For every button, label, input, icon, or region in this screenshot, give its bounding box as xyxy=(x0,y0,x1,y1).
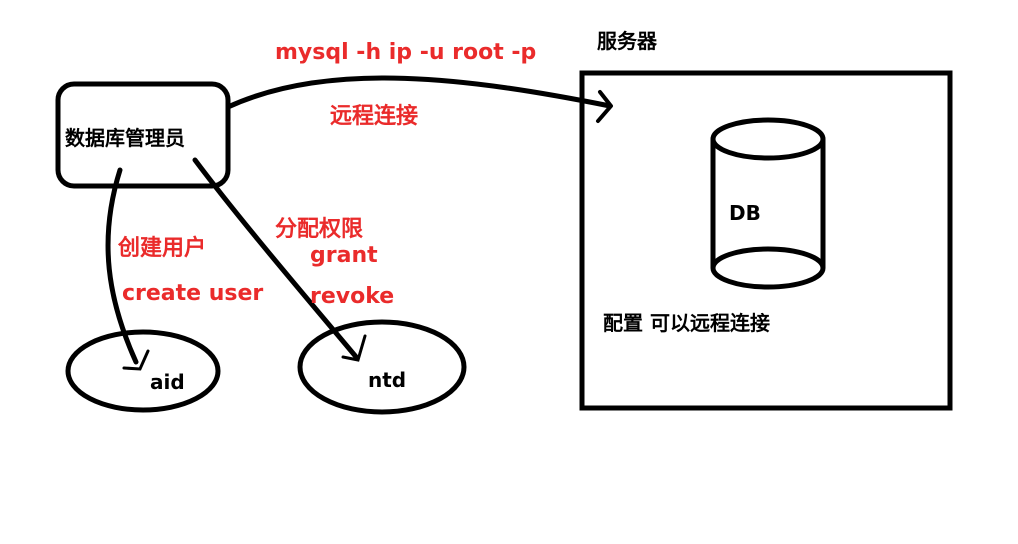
remote-connect-command: mysql -h ip -u root -p xyxy=(275,40,537,65)
grant-privileges-label: 分配权限 xyxy=(275,217,364,242)
server-config-note: 配置 可以远程连接 xyxy=(603,311,770,335)
server-title: 服务器 xyxy=(597,29,657,53)
grant-command: grant xyxy=(310,243,378,268)
remote-connect-label: 远程连接 xyxy=(330,104,419,129)
user-aid-label: aid xyxy=(150,370,185,394)
db-label: DB xyxy=(729,201,761,225)
server-box xyxy=(579,70,953,411)
create-user-command: create user xyxy=(122,281,264,306)
create-user-label: 创建用户 xyxy=(118,236,207,261)
revoke-command: revoke xyxy=(310,284,395,309)
user-ntd-ellipse xyxy=(297,319,467,415)
admin-node-label: 数据库管理员 xyxy=(65,126,185,150)
user-ntd-label: ntd xyxy=(368,368,407,392)
user-aid-ellipse xyxy=(65,329,221,413)
diagram-canvas xyxy=(55,70,953,415)
remote-connection-arrow xyxy=(225,75,613,110)
